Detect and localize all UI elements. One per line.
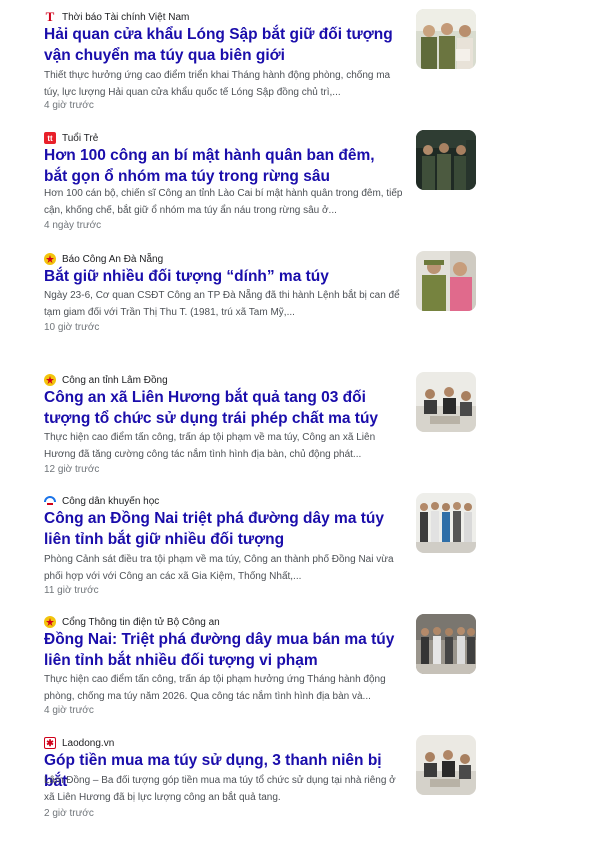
article-title[interactable]: Công an xã Liên Hương bắt quả tang 03 đố… <box>44 387 400 429</box>
article-time: 4 giờ trước <box>44 100 94 111</box>
article-snippet: Phòng Cảnh sát điều tra tội phạm về ma t… <box>44 554 394 582</box>
article-title[interactable]: Hải quan cửa khẩu Lóng Sập bắt giữ đối t… <box>44 24 400 66</box>
article-snippet: Ngày 23-6, Cơ quan CSĐT Công an TP Đà Nẵ… <box>44 290 400 318</box>
police-emblem-icon <box>44 616 56 628</box>
source-name: Cổng Thông tin điện tử Bộ Công an <box>62 616 220 628</box>
source[interactable]: T Thời báo Tài chính Việt Nam <box>44 9 190 24</box>
source-name: Thời báo Tài chính Việt Nam <box>62 11 190 23</box>
article-thumbnail[interactable] <box>416 9 476 69</box>
article-snippet: Thực hiện cao điểm tấn công, trấn áp tội… <box>44 674 386 702</box>
article-thumbnail[interactable] <box>416 735 476 795</box>
source-name: Công dân khuyến học <box>62 495 160 507</box>
letter-t-red-icon: T <box>45 9 55 24</box>
article-time: 4 ngày trước <box>44 220 102 231</box>
article-title[interactable]: Hơn 100 công an bí mật hành quân ban đêm… <box>44 145 400 187</box>
article-thumbnail[interactable] <box>416 614 476 674</box>
news-item[interactable]: Báo Công An Đà Nẵng Bắt giữ nhiều đối tư… <box>0 242 614 363</box>
article-thumbnail[interactable] <box>416 130 476 190</box>
police-emblem-icon <box>44 374 56 386</box>
article-snippet: Hơn 100 cán bộ, chiến sĩ Công an tỉnh Là… <box>44 188 403 216</box>
cdkh-logo-icon <box>44 495 56 507</box>
news-item[interactable]: Công an tỉnh Lâm Đồng Công an xã Liên Hư… <box>0 363 614 484</box>
police-emblem-icon <box>44 253 56 265</box>
source-name: Công an tỉnh Lâm Đồng <box>62 374 168 386</box>
laodong-logo-icon: ✱ <box>44 737 56 749</box>
news-item[interactable]: Cổng Thông tin điện tử Bộ Công an Đồng N… <box>0 605 614 726</box>
article-time: 12 giờ trước <box>44 464 100 475</box>
article-snippet: Thực hiện cao điểm tấn công, trấn áp tội… <box>44 432 376 460</box>
article-time: 4 giờ trước <box>44 705 94 716</box>
article-title[interactable]: Công an Đồng Nai triệt phá đường dây ma … <box>44 508 400 550</box>
news-feed: T Thời báo Tài chính Việt Nam Hải quan c… <box>0 0 614 847</box>
news-item[interactable]: tt Tuổi Trẻ Hơn 100 công an bí mật hành … <box>0 121 614 242</box>
source-name: Laodong.vn <box>62 737 115 749</box>
article-title[interactable]: Bắt giữ nhiều đối tượng “dính” ma túy <box>44 266 400 287</box>
article-thumbnail[interactable] <box>416 493 476 553</box>
article-time: 2 giờ trước <box>44 808 94 819</box>
article-thumbnail[interactable] <box>416 251 476 311</box>
tuoi-tre-logo-icon: tt <box>44 132 56 144</box>
article-time: 10 giờ trước <box>44 322 100 333</box>
source[interactable]: ✱ Laodong.vn <box>44 736 114 750</box>
news-item[interactable]: ✱ Laodong.vn Góp tiền mua ma túy sử dụng… <box>0 726 614 847</box>
source[interactable]: Cổng Thông tin điện tử Bộ Công an <box>44 615 220 629</box>
article-title[interactable]: Đồng Nai: Triệt phá đường dây mua bán ma… <box>44 629 400 671</box>
source-name: Tuổi Trẻ <box>62 132 99 144</box>
news-item[interactable]: Công dân khuyến học Công an Đồng Nai tri… <box>0 484 614 605</box>
news-item[interactable]: T Thời báo Tài chính Việt Nam Hải quan c… <box>0 0 614 121</box>
article-thumbnail[interactable] <box>416 372 476 432</box>
article-time: 11 giờ trước <box>44 585 99 596</box>
source[interactable]: tt Tuổi Trẻ <box>44 131 98 145</box>
source[interactable]: Công dân khuyến học <box>44 494 159 508</box>
source[interactable]: Báo Công An Đà Nẵng <box>44 252 163 266</box>
source-name: Báo Công An Đà Nẵng <box>62 253 164 265</box>
article-snippet: Lâm Đồng – Ba đối tượng góp tiền mua ma … <box>44 775 396 803</box>
source[interactable]: Công an tỉnh Lâm Đồng <box>44 373 168 387</box>
article-snippet: Thiết thực hưởng ứng cao điểm triển khai… <box>44 70 391 98</box>
